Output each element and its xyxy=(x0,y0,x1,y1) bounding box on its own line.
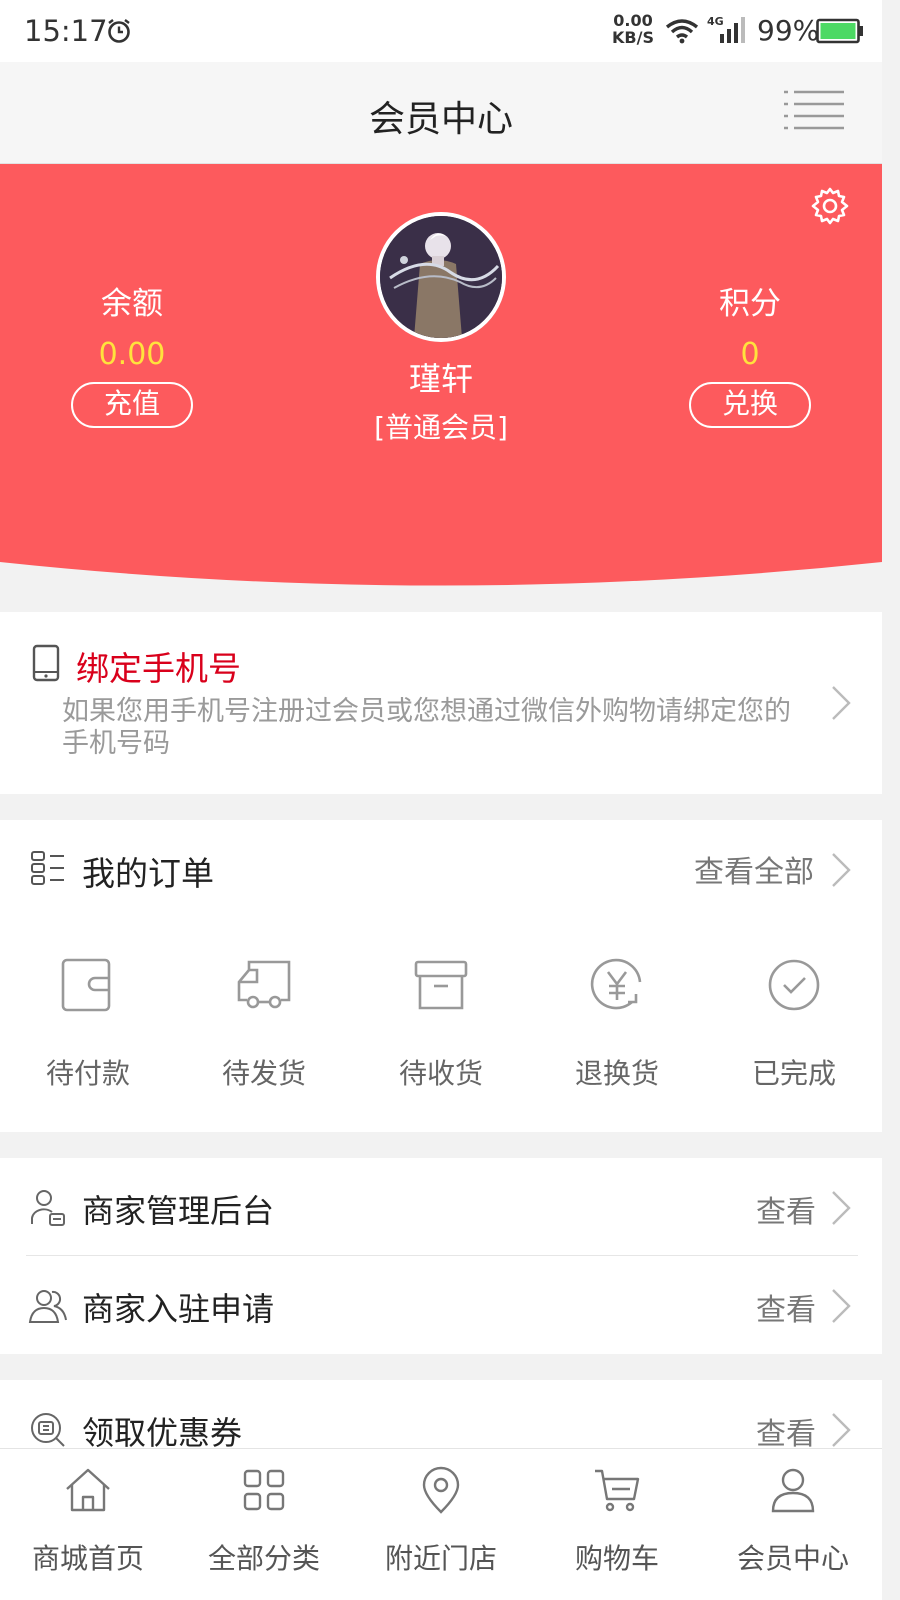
tab-home[interactable]: 商城首页 xyxy=(8,1465,168,1577)
network-type-label: 4G xyxy=(707,15,724,28)
user-icon xyxy=(771,1468,815,1513)
order-return-exchange[interactable]: 退换货 xyxy=(542,956,692,1092)
order-completed[interactable]: 已完成 xyxy=(719,956,869,1092)
order-label: 退换货 xyxy=(574,1057,659,1090)
bind-phone-title: 绑定手机号 xyxy=(76,649,241,688)
bottom-tab-bar: 商城首页 全部分类 附近门店 购物车 会员中心 xyxy=(0,1448,882,1600)
truck-icon xyxy=(237,960,291,1009)
merchant-admin-label: 商家管理后台 xyxy=(82,1192,275,1230)
cart-icon xyxy=(595,1469,640,1512)
battery-percentage: 99% xyxy=(757,14,820,47)
tab-nearby-stores[interactable]: 附近门店 xyxy=(361,1465,521,1577)
exchange-button[interactable]: 兑换 xyxy=(689,382,811,428)
my-orders-card: 我的订单 查看全部 待付款 待发货 待收货 退换货 已完成 xyxy=(0,820,882,1132)
order-pending-shipment[interactable]: 待发货 xyxy=(189,956,339,1092)
points-section: 积分 0 兑换 xyxy=(650,278,850,428)
signal-icon: 4G xyxy=(707,15,745,43)
tab-label: 商城首页 xyxy=(31,1542,144,1575)
home-icon xyxy=(66,1468,110,1512)
page-title: 会员中心 xyxy=(368,99,513,140)
refund-icon xyxy=(590,958,642,1010)
wifi-icon xyxy=(665,19,699,44)
box-icon xyxy=(414,960,468,1010)
alarm-icon xyxy=(108,19,130,43)
avatar-image xyxy=(380,216,502,338)
merchant-join-label: 商家入驻申请 xyxy=(82,1290,275,1328)
view-all-orders-link[interactable]: 查看全部 xyxy=(694,847,814,891)
merchant-join-row[interactable]: 商家入驻申请 查看 xyxy=(0,1256,882,1354)
profile-banner: 余额 0.00 充值 瑾轩 [普通会员] 积分 0 兑换 xyxy=(0,164,882,594)
wallet-icon xyxy=(61,958,111,1012)
battery-icon xyxy=(816,18,863,44)
order-pending-receipt[interactable]: 待收货 xyxy=(366,956,516,1092)
merchant-admin-icon xyxy=(31,1190,65,1226)
coupon-card: 领取优惠券 查看 xyxy=(0,1380,882,1448)
grid-icon xyxy=(243,1469,285,1511)
tab-label: 购物车 xyxy=(574,1542,659,1575)
tab-label: 全部分类 xyxy=(207,1542,320,1575)
phone-icon xyxy=(32,644,60,682)
my-orders-title: 我的订单 xyxy=(82,854,214,893)
order-pending-payment[interactable]: 待付款 xyxy=(13,956,163,1092)
chevron-right-icon xyxy=(832,853,851,887)
order-label: 待发货 xyxy=(221,1057,306,1090)
order-label: 待收货 xyxy=(398,1057,483,1090)
check-circle-icon xyxy=(768,959,820,1011)
network-speed-unit: KB/S xyxy=(612,28,654,47)
chevron-right-icon xyxy=(832,1413,851,1447)
order-label: 已完成 xyxy=(751,1057,836,1090)
coupon-label: 领取优惠券 xyxy=(82,1414,243,1448)
users-icon xyxy=(28,1290,67,1323)
tab-cart[interactable]: 购物车 xyxy=(537,1465,697,1577)
merchant-join-view-link[interactable]: 查看 xyxy=(756,1285,816,1329)
coupon-row[interactable]: 领取优惠券 查看 xyxy=(0,1384,882,1448)
bind-phone-card[interactable]: 绑定手机号 如果您用手机号注册过会员或您想通过微信外购物请绑定您的手机号码 xyxy=(0,612,882,794)
tab-member-center[interactable]: 会员中心 xyxy=(713,1465,873,1577)
merchant-card: 商家管理后台 查看 商家入驻申请 查看 xyxy=(0,1158,882,1354)
chevron-right-icon xyxy=(832,1289,851,1323)
merchant-admin-row[interactable]: 商家管理后台 查看 xyxy=(0,1158,882,1256)
network-speed-value: 0.00 xyxy=(613,11,653,30)
location-icon xyxy=(422,1466,460,1514)
coupon-view-link[interactable]: 查看 xyxy=(756,1409,816,1448)
avatar[interactable] xyxy=(376,212,506,342)
page-header: 会员中心 xyxy=(0,62,882,164)
settings-icon[interactable] xyxy=(810,186,850,226)
order-label: 待付款 xyxy=(45,1057,130,1090)
bind-phone-description: 如果您用手机号注册过会员或您想通过微信外购物请绑定您的手机号码 xyxy=(62,696,791,759)
merchant-admin-view-link[interactable]: 查看 xyxy=(756,1187,816,1231)
status-bar: 15:17 0.00 KB/S 4G 99% xyxy=(0,0,882,62)
member-center-page: 15:17 0.00 KB/S 4G 99% 会员中心 余额 0.00 充值 瑾… xyxy=(0,0,882,1600)
order-list-icon xyxy=(31,851,64,885)
status-time: 15:17 xyxy=(24,14,108,48)
chevron-right-icon xyxy=(832,686,851,720)
network-speed: 0.00 KB/S xyxy=(612,12,654,46)
menu-icon[interactable] xyxy=(782,86,846,136)
chevron-right-icon xyxy=(832,1191,851,1225)
tab-label: 会员中心 xyxy=(736,1542,849,1575)
tab-label: 附近门店 xyxy=(384,1542,497,1575)
points-label: 积分 xyxy=(719,286,781,322)
coupon-icon xyxy=(31,1413,65,1447)
balance-label: 余额 xyxy=(101,286,163,322)
tab-categories[interactable]: 全部分类 xyxy=(184,1465,344,1577)
points-value: 0 xyxy=(740,337,760,372)
